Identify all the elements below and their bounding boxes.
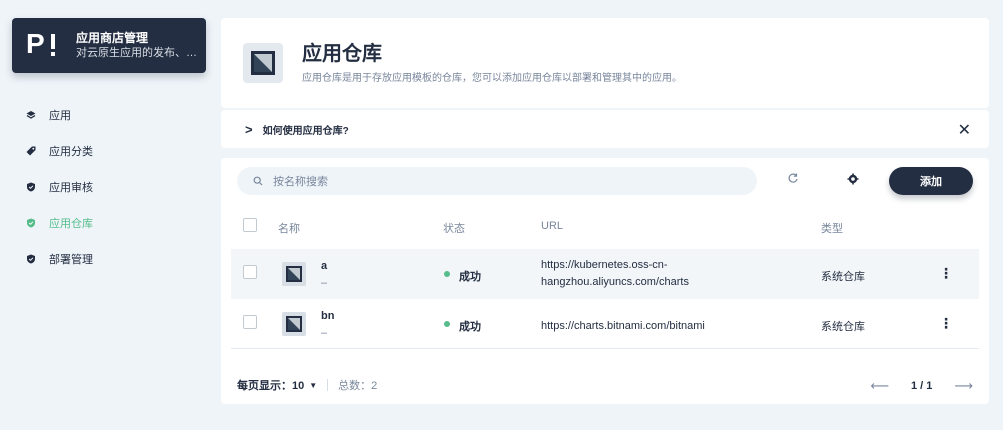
select-all-checkbox[interactable] <box>243 218 257 232</box>
row-checkbox[interactable] <box>243 315 257 329</box>
repo-url: https://kubernetes.oss-cn-hangzhou.aliyu… <box>541 259 689 288</box>
layers-icon <box>26 110 36 120</box>
sidebar: P 应用商店管理 对云原生应用的发布、… 应用 应用分类 应用审核 应用仓库 部… <box>12 18 206 277</box>
gear-icon[interactable] <box>847 173 859 185</box>
close-icon[interactable]: ✕ <box>958 120 971 140</box>
repo-url: https://charts.bitnami.com/bitnami <box>541 320 705 332</box>
arrow-right-icon[interactable]: ⟶ <box>954 378 973 394</box>
repository-icon <box>282 262 306 286</box>
row-checkbox[interactable] <box>243 265 257 279</box>
column-url-header: URL <box>541 220 564 232</box>
repository-icon <box>282 312 306 336</box>
main-content: 应用仓库 应用仓库是用于存放应用模板的仓库，您可以添加应用仓库以部署和管理其中的… <box>221 18 989 404</box>
table-footer: 每页显示：10 ▼ 总数：2 ⟵ 1 / 1 ⟶ <box>221 366 989 404</box>
tag-icon <box>26 146 36 156</box>
repository-icon <box>243 43 283 83</box>
app-card: P 应用商店管理 对云原生应用的发布、… <box>12 18 206 73</box>
search-placeholder: 按名称搜索 <box>273 176 328 188</box>
app-logo-icon: P <box>26 28 60 61</box>
column-status-header: 状态 <box>443 223 465 235</box>
sidebar-item-categories[interactable]: 应用分类 <box>12 133 206 169</box>
divider <box>327 379 329 391</box>
pagination: ⟵ 1 / 1 ⟶ <box>870 378 973 394</box>
caret-down-icon[interactable]: ▼ <box>309 381 317 390</box>
status-dot <box>444 271 450 277</box>
sidebar-nav: 应用 应用分类 应用审核 应用仓库 部署管理 <box>12 97 206 277</box>
howto-banner[interactable]: > 如何使用应用仓库? ✕ <box>221 110 989 148</box>
sidebar-item-label: 应用 <box>49 110 71 122</box>
sidebar-item-label: 部署管理 <box>49 254 93 266</box>
sidebar-item-label: 应用仓库 <box>49 218 93 230</box>
sidebar-item-deployments[interactable]: 部署管理 <box>12 241 206 277</box>
shield-icon <box>26 182 36 192</box>
page-header: 应用仓库 应用仓库是用于存放应用模板的仓库，您可以添加应用仓库以部署和管理其中的… <box>221 18 989 108</box>
repo-name[interactable]: bn <box>321 310 334 322</box>
sidebar-item-repos[interactable]: 应用仓库 <box>12 205 206 241</box>
page-indicator: 1 / 1 <box>910 380 933 392</box>
sidebar-item-label: 应用分类 <box>49 146 93 158</box>
more-actions-icon[interactable]: ⋮ <box>939 265 953 282</box>
chevron-right-icon: > <box>245 121 253 137</box>
page-title: 应用仓库 <box>302 43 382 65</box>
sidebar-item-label: 应用审核 <box>49 182 93 194</box>
add-button[interactable]: 添加 <box>889 167 973 195</box>
page-description: 应用仓库是用于存放应用模板的仓库，您可以添加应用仓库以部署和管理其中的应用。 <box>302 73 682 84</box>
app-title: 应用商店管理 <box>76 30 149 45</box>
more-actions-icon[interactable]: ⋮ <box>939 315 953 332</box>
status-text: 成功 <box>459 321 481 333</box>
divider <box>231 348 979 349</box>
app-description: 对云原生应用的发布、… <box>76 46 197 59</box>
repo-type: 系统仓库 <box>821 271 865 283</box>
repo-description: – <box>321 327 328 339</box>
repo-type: 系统仓库 <box>821 321 865 333</box>
repo-table-card: 按名称搜索 添加 名称 状态 URL 类型 a – 成功 https://kub… <box>221 158 989 404</box>
search-icon <box>253 176 263 186</box>
shield-icon <box>26 218 36 228</box>
total-count: 总数：2 <box>338 380 378 392</box>
toolbar: 按名称搜索 添加 <box>221 158 989 204</box>
table-row[interactable]: a – 成功 https://kubernetes.oss-cn-hangzho… <box>231 249 979 299</box>
status-text: 成功 <box>459 271 481 283</box>
status-dot <box>444 321 450 327</box>
column-type-header: 类型 <box>821 223 843 235</box>
table-row[interactable]: bn – 成功 https://charts.bitnami.com/bitna… <box>221 299 989 349</box>
page-size-select[interactable]: 每页显示：10 <box>237 377 304 393</box>
shield-icon <box>26 254 36 264</box>
arrow-left-icon[interactable]: ⟵ <box>870 378 889 394</box>
refresh-icon[interactable] <box>787 172 799 184</box>
search-input[interactable]: 按名称搜索 <box>237 167 757 195</box>
column-name-header: 名称 <box>278 223 300 235</box>
repo-name[interactable]: a <box>321 260 327 272</box>
sidebar-item-reviews[interactable]: 应用审核 <box>12 169 206 205</box>
repo-description: – <box>321 277 328 289</box>
table-header: 名称 状态 URL 类型 <box>221 204 989 249</box>
howto-label: 如何使用应用仓库? <box>262 125 349 137</box>
sidebar-item-apps[interactable]: 应用 <box>12 97 206 133</box>
